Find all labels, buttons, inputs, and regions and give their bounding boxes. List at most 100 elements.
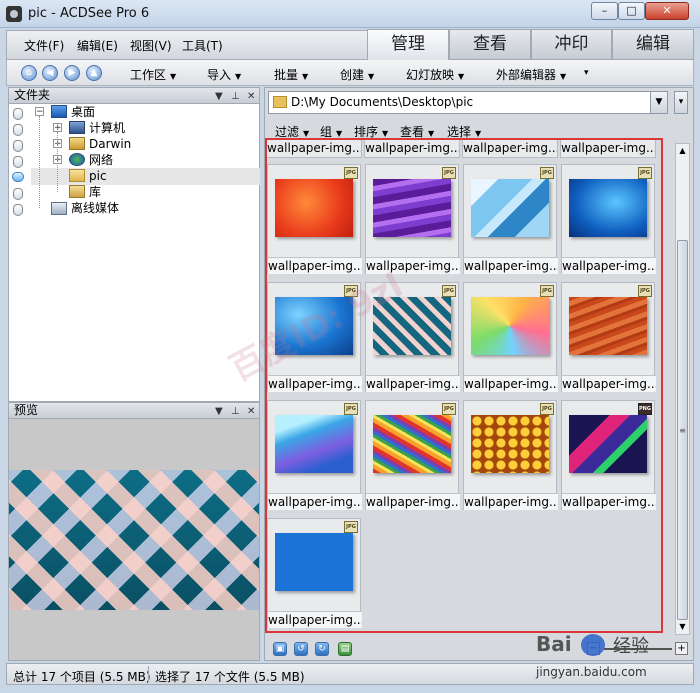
toolbar-workspace[interactable]: 工作区 ▼: [130, 66, 176, 83]
pin-icon[interactable]: ⊥: [231, 404, 240, 419]
caret-icon: ▼: [458, 72, 465, 81]
maximize-button[interactable]: □: [618, 2, 645, 20]
tree-item-label: 库: [89, 185, 102, 199]
favorite-pin-icon[interactable]: [13, 188, 23, 200]
back-icon[interactable]: ◀: [42, 65, 58, 81]
tab-develop[interactable]: 冲印: [531, 29, 612, 60]
thumbnail-item[interactable]: JPG wallpaper-img...: [561, 282, 656, 392]
panel-menu-icon[interactable]: ▼: [215, 89, 223, 104]
toolbar-import[interactable]: 导入 ▼: [207, 66, 241, 83]
thumbnail-item[interactable]: JPG wallpaper-img...: [267, 164, 362, 274]
format-badge: JPG: [638, 285, 652, 297]
close-panel-icon[interactable]: ✕: [247, 404, 255, 419]
panel-menu-icon[interactable]: ▼: [215, 404, 223, 419]
thumbnail-item[interactable]: JPG wallpaper-img...: [463, 282, 558, 392]
thumbnail-item[interactable]: JPG wallpaper-img...: [561, 164, 656, 274]
menu-view[interactable]: 视图(V): [130, 37, 172, 54]
thumbnail-caption[interactable]: wallpaper-img...: [364, 138, 460, 158]
thumbnail-item[interactable]: JPG wallpaper-img...: [267, 400, 362, 510]
caret-icon: ▼: [428, 129, 435, 138]
preview-panel-header: 预览 ▼ ⊥ ✕: [8, 402, 260, 419]
thumbnail-caption: wallpaper-img...: [268, 375, 362, 392]
close-panel-icon[interactable]: ✕: [247, 89, 255, 104]
tab-manage[interactable]: 管理: [367, 29, 449, 60]
caret-icon: ▼: [235, 72, 242, 81]
path-dropdown-button[interactable]: ▼: [650, 92, 667, 113]
thumbnail-caption: wallpaper-img...: [562, 493, 656, 510]
thumbnail-item[interactable]: JPG wallpaper-img...: [365, 164, 460, 274]
tab-edit[interactable]: 编辑: [612, 29, 694, 60]
thumbnail-item[interactable]: JPG wallpaper-img...: [463, 400, 558, 510]
favorite-pin-icon[interactable]: [13, 140, 23, 152]
thumbnail-caption[interactable]: wallpaper-img...: [560, 138, 656, 158]
tree-item-label: Darwin: [89, 137, 132, 151]
caret-icon: ▼: [336, 129, 343, 138]
favorite-pin-icon[interactable]: [13, 108, 23, 120]
thumbnail-item[interactable]: JPG wallpaper-img...: [365, 400, 460, 510]
up-icon[interactable]: ▲: [86, 65, 102, 81]
thumbnail-caption: wallpaper-img...: [464, 375, 558, 392]
format-badge: JPG: [344, 521, 358, 533]
menu-tools[interactable]: 工具(T): [182, 37, 223, 54]
thumbnail-image: [275, 415, 353, 473]
offline-media-icon: [51, 202, 67, 215]
caret-icon: ▼: [302, 72, 309, 81]
caret-icon: ▼: [475, 129, 482, 138]
computer-icon: [69, 121, 85, 134]
thumbnail-item[interactable]: JPG wallpaper-img...: [267, 518, 362, 628]
format-badge: PNG: [638, 403, 652, 415]
format-badge: JPG: [442, 167, 456, 179]
pin-icon[interactable]: ⊥: [231, 89, 240, 104]
tree-item-label: 网络: [89, 153, 114, 167]
expand-icon[interactable]: +: [53, 123, 62, 133]
format-badge: JPG: [540, 167, 554, 179]
path-history-button[interactable]: ▾: [674, 91, 688, 114]
selected-row-highlight: [31, 168, 260, 185]
toolbar-slideshow[interactable]: 幻灯放映 ▼: [406, 66, 464, 83]
format-badge: JPG: [344, 167, 358, 179]
tab-view[interactable]: 查看: [449, 29, 531, 60]
toolbar-more-button[interactable]: ▾: [584, 68, 589, 78]
toolbar-batch[interactable]: 批量 ▼: [274, 66, 308, 83]
favorite-pin-icon[interactable]: [12, 172, 24, 182]
menu-file[interactable]: 文件(F): [24, 37, 64, 54]
favorite-pin-icon[interactable]: [13, 156, 23, 168]
vertical-scrollbar[interactable]: ▲ ≡ ▼: [675, 143, 690, 635]
rotate-right-icon[interactable]: ↻: [315, 642, 329, 656]
toolbar-create[interactable]: 创建 ▼: [340, 66, 374, 83]
favorite-pin-icon[interactable]: [13, 204, 23, 216]
scroll-down-icon[interactable]: ▼: [676, 620, 689, 634]
thumbnail-item[interactable]: JPG wallpaper-img...: [463, 164, 558, 274]
collapse-icon[interactable]: −: [35, 107, 44, 117]
caret-icon: ▼: [560, 72, 567, 81]
favorite-pin-icon[interactable]: [13, 124, 23, 136]
tree-guide-line: [57, 132, 58, 192]
thumbnail-image: [275, 533, 353, 591]
image-basket-icon[interactable]: ▣: [273, 642, 287, 656]
thumbnail-caption[interactable]: wallpaper-img...: [462, 138, 558, 158]
thumbnail-image: [569, 415, 647, 473]
tree-item-label: 离线媒体: [71, 201, 120, 215]
tree-item-label: 桌面: [71, 105, 96, 119]
thumbnail-image: [569, 297, 647, 355]
path-input[interactable]: D:\My Documents\Desktop\pic: [268, 91, 668, 114]
scrollbar-thumb[interactable]: ≡: [677, 240, 688, 620]
caret-icon: ▼: [382, 129, 389, 138]
home-icon[interactable]: ⌂: [21, 65, 37, 81]
toolbar-external-editor[interactable]: 外部编辑器 ▼: [496, 66, 566, 83]
thumbnail-caption: wallpaper-img...: [268, 611, 362, 628]
close-button[interactable]: ✕: [645, 2, 689, 20]
status-selected: 选择了 17 个文件 (5.5 MB): [155, 670, 305, 684]
caret-icon: ▼: [303, 129, 310, 138]
scroll-up-icon[interactable]: ▲: [676, 144, 689, 158]
zoom-in-button[interactable]: +: [675, 642, 688, 655]
thumbnail-caption[interactable]: wallpaper-img...: [266, 138, 362, 158]
minimize-button[interactable]: –: [591, 2, 618, 20]
menu-edit[interactable]: 编辑(E): [77, 37, 118, 54]
rotate-left-icon[interactable]: ↺: [294, 642, 308, 656]
forward-icon[interactable]: ▶: [64, 65, 80, 81]
network-icon: [69, 153, 85, 166]
preview-panel-title: 预览: [14, 403, 39, 417]
thumbnail-item[interactable]: PNG wallpaper-img...: [561, 400, 656, 510]
compare-icon[interactable]: ▤: [338, 642, 352, 656]
